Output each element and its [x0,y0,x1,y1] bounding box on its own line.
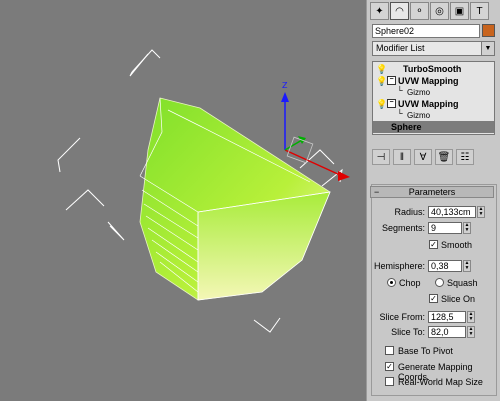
dropdown-arrow-icon[interactable]: ▼ [481,42,494,55]
segments-field[interactable]: 9 [428,222,462,234]
modifier-list-label: Modifier List [376,43,425,53]
pin-stack-icon[interactable]: ⊣ [372,149,390,165]
stack-item-uvw-mapping-2[interactable]: 💡 − UVW Mapping [373,98,494,110]
slice-on-checkbox[interactable]: ✓ [429,294,438,303]
stack-sub-gizmo[interactable]: └ Gizmo [373,86,494,98]
object-color-swatch[interactable] [482,24,495,37]
command-panel-tabs: ✦ ◠ ⚬ ◎ ▣ T [370,2,489,20]
make-unique-icon[interactable]: ∀ [414,149,432,165]
create-tab-icon[interactable]: ✦ [370,2,389,20]
lightbulb-icon[interactable]: 💡 [376,75,387,87]
modifier-list-dropdown[interactable]: Modifier List ▼ [372,41,495,56]
modifier-stack: 💡 TurboSmooth 💡 − UVW Mapping └ Gizmo 💡 … [372,61,495,135]
slice-from-label: Slice From: [379,312,425,322]
squash-label: Squash [447,278,478,288]
smooth-checkbox[interactable]: ✓ [429,240,438,249]
stack-item-turbosmooth[interactable]: 💡 TurboSmooth [373,63,494,75]
segments-label: Segments: [381,223,425,233]
modify-tab-icon[interactable]: ◠ [390,2,409,20]
expand-icon[interactable]: − [387,99,396,108]
stack-toolbar: ⊣ ‖ ∀ 🗑 ☷ [372,148,495,166]
generate-mapping-coords-checkbox[interactable]: ✓ [385,362,394,371]
hemisphere-field[interactable]: 0,38 [428,260,462,272]
lightbulb-icon[interactable]: 💡 [376,63,387,75]
viewport-canvas: Z [57,49,350,333]
collapse-icon: − [374,187,380,197]
utilities-tab-icon[interactable]: T [470,2,489,20]
hierarchy-tab-icon[interactable]: ⚬ [410,2,429,20]
hemisphere-label: Hemisphere: [373,261,425,271]
radius-field[interactable]: 40,133cm [428,206,476,218]
sphere-mesh [139,97,331,301]
lightbulb-icon[interactable]: 💡 [376,98,387,110]
hemisphere-spinner[interactable]: ▲ ▼ [463,260,471,272]
slice-to-spinner[interactable]: ▲ ▼ [467,326,475,338]
real-world-map-size-label: Real-World Map Size [398,377,483,387]
real-world-map-size-checkbox[interactable] [385,377,394,386]
squash-radio[interactable] [435,278,444,287]
slice-to-label: Slice To: [391,327,425,337]
display-tab-icon[interactable]: ▣ [450,2,469,20]
stack-item-sphere[interactable]: Sphere [373,121,494,133]
stack-item-uvw-mapping[interactable]: 💡 − UVW Mapping [373,75,494,87]
slice-from-field[interactable]: 128,5 [428,311,466,323]
command-panel: ✦ ◠ ⚬ ◎ ▣ T Sphere02 Modifier List ▼ 💡 T… [366,0,500,401]
show-end-result-icon[interactable]: ‖ [393,149,411,165]
gizmo-axis-label: Z [282,81,288,90]
parameters-rollout-header[interactable]: − Parameters [370,186,494,198]
configure-sets-icon[interactable]: ☷ [456,149,474,165]
stack-sub-gizmo-2[interactable]: └ Gizmo [373,109,494,121]
chop-label: Chop [399,278,421,288]
radius-spinner[interactable]: ▲ ▼ [477,206,485,218]
base-to-pivot-label: Base To Pivot [398,346,453,356]
radius-label: Radius: [394,207,425,217]
remove-modifier-icon[interactable]: 🗑 [435,149,453,165]
viewport-perspective[interactable]: Z [0,0,366,401]
base-to-pivot-checkbox[interactable] [385,346,394,355]
slice-to-field[interactable]: 82,0 [428,326,466,338]
motion-tab-icon[interactable]: ◎ [430,2,449,20]
expand-icon[interactable]: − [387,76,396,85]
object-name-field[interactable]: Sphere02 [372,24,480,38]
slice-on-label: Slice On [441,294,476,304]
chop-radio[interactable] [387,278,396,287]
slice-from-spinner[interactable]: ▲ ▼ [467,311,475,323]
smooth-label: Smooth [441,240,473,250]
segments-spinner[interactable]: ▲ ▼ [463,222,471,234]
